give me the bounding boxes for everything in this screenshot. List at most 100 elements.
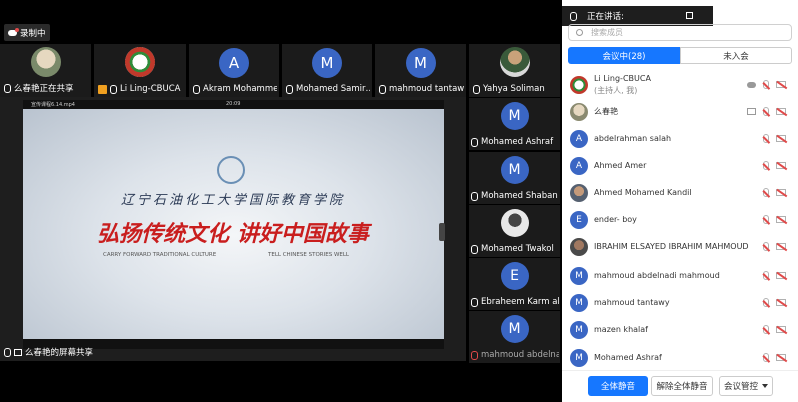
camera-off-icon[interactable] [776, 299, 786, 306]
cloud-record-icon [8, 27, 19, 36]
video-tile[interactable]: E Ebraheem Karm abo … [469, 258, 560, 310]
avatar: M [570, 348, 588, 367]
avatar: A [570, 129, 588, 148]
participant-name: Mohamed Twakol [481, 244, 554, 254]
mic-muted-icon[interactable] [763, 353, 769, 362]
video-frame: 辽宁石油化工大学国际教育学院 弘扬传统文化 讲好中国故事 CARRY FORWA… [23, 109, 444, 339]
member-row[interactable]: M mahmoud abdelnadi mahmoud [562, 262, 798, 289]
mic-muted-icon[interactable] [763, 80, 769, 89]
member-row[interactable]: E ender- boy [562, 206, 798, 233]
button-label: 会议管控 [723, 382, 758, 392]
mic-muted-icon[interactable] [763, 188, 769, 197]
member-row[interactable]: M mahmoud tantawy [562, 289, 798, 316]
tab-label: 未入会 [723, 51, 749, 62]
slogan-en-left: CARRY FORWARD TRADITIONAL CULTURE [103, 252, 217, 258]
mic-icon [473, 84, 480, 94]
collapse-handle[interactable] [439, 223, 445, 241]
video-tile[interactable]: Mohamed Twakol [469, 205, 560, 257]
video-tile[interactable]: M Mohamed Ashraf [469, 98, 560, 150]
search-placeholder: 搜索成员 [591, 28, 623, 37]
video-tile[interactable]: M Mohamed Samir… [282, 44, 372, 97]
camera-off-icon[interactable] [776, 243, 786, 250]
video-player[interactable]: 宣传课程6.14.mp4 20:09 辽宁石油化工大学国际教育学院 弘扬传统文化… [23, 100, 444, 349]
unmute-all-button[interactable]: 解除全体静音 [651, 376, 713, 396]
member-row[interactable]: M mazen khalaf [562, 316, 798, 343]
avatar: M [312, 48, 342, 78]
avatar: A [219, 48, 249, 78]
mic-muted-icon[interactable] [763, 325, 769, 334]
mic-muted-icon[interactable] [763, 161, 769, 170]
participant-name: 么春艳正在共享 [14, 84, 74, 94]
mic-muted-icon[interactable] [763, 134, 769, 143]
mic-muted-icon[interactable] [763, 271, 769, 280]
mic-icon [286, 84, 293, 94]
mic-muted-icon[interactable] [763, 215, 769, 224]
video-tile[interactable]: M mahmoud tantawy [375, 44, 466, 97]
logo-icon [125, 47, 155, 77]
college-logo-icon [217, 156, 245, 184]
member-row[interactable]: M Mohamed Ashraf [562, 344, 798, 371]
avatar: A [570, 156, 588, 175]
participant-name: Mohamed Ashraf [481, 137, 554, 147]
video-tile[interactable]: M Mohamed Shaban … [469, 152, 560, 204]
mic-icon [193, 84, 200, 94]
mic-muted-icon[interactable] [763, 107, 769, 116]
camera-off-icon[interactable] [776, 189, 786, 196]
video-tile[interactable]: Yahya Soliman [469, 44, 560, 97]
member-row[interactable]: A Ahmed Amer [562, 152, 798, 179]
member-name: Li Ling-CBUCA [594, 74, 651, 83]
camera-off-icon[interactable] [776, 354, 786, 361]
mic-icon [4, 347, 11, 357]
participants-panel: 正在讲话: 搜索成员 会议中(28) 未入会 Li Ling-CBUCA (主持… [562, 0, 798, 402]
file-name: 宣传课程6.14.mp4 [31, 102, 75, 108]
avatar: M [500, 102, 529, 130]
camera-off-icon[interactable] [776, 108, 786, 115]
mic-icon [471, 137, 478, 147]
screen-share-area[interactable]: 宣传课程6.14.mp4 20:09 辽宁石油化工大学国际教育学院 弘扬传统文化… [0, 97, 466, 361]
camera-off-icon[interactable] [776, 135, 786, 142]
video-tile-host[interactable]: Li Ling-CBUCA [94, 44, 186, 97]
member-name: Ahmed Amer [594, 161, 647, 170]
recording-badge[interactable]: 录制中 [4, 24, 50, 41]
mic-muted-icon[interactable] [763, 298, 769, 307]
camera-off-icon[interactable] [776, 326, 786, 333]
camera-off-icon[interactable] [776, 81, 786, 88]
speaking-label: 正在讲话: [587, 12, 624, 22]
avatar [570, 183, 588, 202]
avatar [500, 209, 529, 237]
member-row[interactable]: IBRAHIM ELSAYED IBRAHIM MAHMOUD [562, 233, 798, 260]
tab-in-meeting[interactable]: 会议中(28) [568, 47, 680, 64]
avatar: M [405, 48, 436, 78]
search-icon [576, 29, 583, 36]
button-label: 全体静音 [600, 382, 635, 392]
member-row[interactable]: Ahmed Mohamed Kandil [562, 179, 798, 206]
camera-off-icon[interactable] [776, 272, 786, 279]
participant-name: Mohamed Shaban … [481, 191, 559, 201]
camera-off-icon[interactable] [776, 216, 786, 223]
mic-muted-icon[interactable] [763, 242, 769, 251]
popout-icon[interactable] [686, 12, 693, 19]
share-footer: 么春艳的屏幕共享 [4, 346, 93, 358]
avatar: M [500, 156, 529, 184]
host-badge-icon [98, 84, 107, 94]
participant-name: mahmoud tantawy [389, 84, 464, 94]
tab-not-joined[interactable]: 未入会 [680, 47, 792, 64]
video-tile[interactable]: M mahmoud abdelna… [469, 311, 560, 363]
video-tile[interactable]: A Akram Mohammed [189, 44, 279, 97]
video-tile-sharer[interactable]: 么春艳正在共享 [0, 44, 91, 97]
meeting-manage-button[interactable]: 会议管控 [719, 376, 773, 396]
share-screen-icon [14, 348, 22, 356]
avatar: M [500, 315, 529, 343]
mic-icon [471, 191, 478, 201]
mute-all-button[interactable]: 全体静音 [588, 376, 648, 396]
avatar [30, 47, 61, 77]
participant-name: Yahya Soliman [483, 84, 545, 94]
member-row[interactable]: A abdelrahman salah [562, 125, 798, 152]
share-label: 么春艳的屏幕共享 [25, 348, 94, 358]
participant-name: Akram Mohammed [203, 84, 277, 94]
member-row[interactable]: 么春艳 [562, 98, 798, 125]
search-input[interactable]: 搜索成员 [568, 24, 792, 41]
member-row-host[interactable]: Li Ling-CBUCA (主持人, 我) [562, 72, 798, 97]
camera-off-icon[interactable] [776, 162, 786, 169]
player-titlebar: 宣传课程6.14.mp4 20:09 [23, 100, 444, 109]
